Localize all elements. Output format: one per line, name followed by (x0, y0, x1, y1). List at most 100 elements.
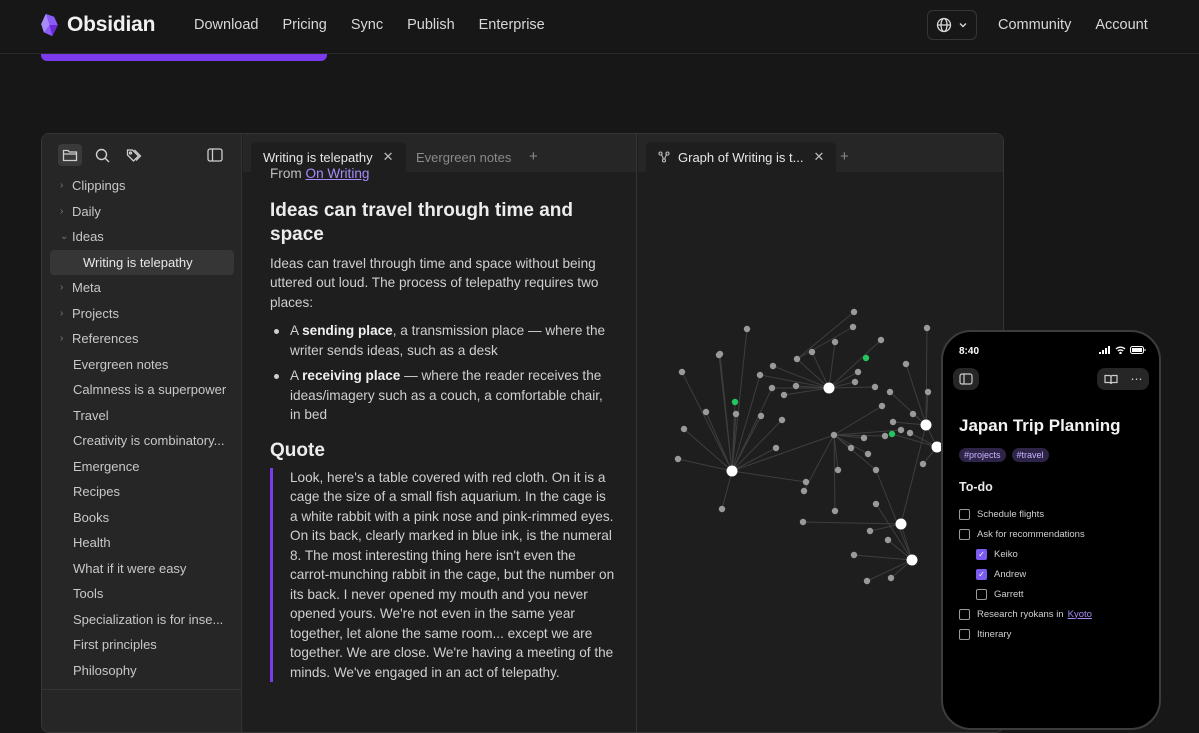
graph-note-node[interactable] (897, 426, 905, 434)
graph-tag-node[interactable] (862, 354, 870, 362)
folder-item[interactable]: › Meta (50, 275, 234, 301)
file-item[interactable]: First principles (50, 632, 234, 658)
nav-enterprise[interactable]: Enterprise (479, 17, 545, 33)
graph-note-node[interactable] (678, 368, 686, 376)
file-item[interactable]: What if it were easy (50, 556, 234, 582)
graph-note-node[interactable] (887, 574, 895, 582)
graph-note-node[interactable] (850, 551, 858, 559)
files-tab[interactable] (58, 144, 82, 166)
tag-projects[interactable]: #projects (959, 448, 1006, 462)
file-item[interactable]: Philosophy (50, 658, 234, 684)
file-item[interactable]: Recipes (50, 479, 234, 505)
graph-note-node[interactable] (792, 382, 800, 390)
graph-note-node[interactable] (757, 412, 765, 420)
graph-note-node[interactable] (732, 410, 740, 418)
folder-item[interactable]: › Clippings (50, 173, 234, 199)
nav-community[interactable]: Community (998, 17, 1071, 33)
graph-note-node[interactable] (864, 450, 872, 458)
kyoto-link[interactable]: Kyoto (1068, 609, 1092, 620)
file-item[interactable]: Evergreen notes (50, 352, 234, 378)
graph-note-node[interactable] (871, 383, 879, 391)
graph-note-node[interactable] (851, 378, 859, 386)
file-item[interactable]: Tools (50, 581, 234, 607)
file-item[interactable]: Books (50, 505, 234, 531)
file-item[interactable]: Health (50, 530, 234, 556)
graph-note-node[interactable] (716, 350, 724, 358)
file-item-selected[interactable]: Writing is telepathy (50, 249, 234, 275)
graph-note-node[interactable] (884, 536, 892, 544)
graph-note-node[interactable] (923, 324, 931, 332)
graph-note-node[interactable] (863, 577, 871, 585)
graph-note-node[interactable] (830, 431, 838, 439)
graph-note-node[interactable] (906, 554, 918, 566)
graph-note-node[interactable] (866, 527, 874, 535)
new-tab-plus-icon[interactable]: + (529, 148, 538, 165)
graph-note-node[interactable] (823, 382, 835, 394)
graph-note-node[interactable] (849, 323, 857, 331)
graph-note-node[interactable] (768, 384, 776, 392)
graph-note-node[interactable] (919, 460, 927, 468)
graph-note-node[interactable] (769, 362, 777, 370)
nav-sync[interactable]: Sync (351, 17, 383, 33)
toggle-sidebar-button[interactable] (204, 144, 226, 166)
graph-note-node[interactable] (674, 455, 682, 463)
folder-item[interactable]: › Projects (50, 301, 234, 327)
language-selector[interactable] (927, 10, 977, 40)
graph-note-node[interactable] (831, 338, 839, 346)
graph-note-node[interactable] (799, 518, 807, 526)
checkbox-checked[interactable]: ✓ (976, 548, 987, 560)
phone-sidebar-button[interactable] (953, 368, 979, 390)
close-icon[interactable]: ✕ (383, 149, 394, 165)
graph-note-node[interactable] (909, 410, 917, 418)
graph-note-node[interactable] (834, 466, 842, 474)
bookmarks-tab[interactable] (122, 144, 146, 166)
checkbox[interactable] (959, 528, 970, 540)
nav-publish[interactable]: Publish (407, 17, 455, 33)
graph-note-node[interactable] (702, 408, 710, 416)
graph-note-node[interactable] (854, 368, 862, 376)
graph-note-node[interactable] (831, 507, 839, 515)
graph-note-node[interactable] (793, 355, 801, 363)
graph-note-node[interactable] (860, 434, 868, 442)
graph-tag-node[interactable] (731, 398, 739, 406)
graph-note-node[interactable] (780, 391, 788, 399)
graph-note-node[interactable] (718, 505, 726, 513)
brand-logo[interactable]: Obsidian (40, 10, 155, 40)
graph-note-node[interactable] (878, 402, 886, 410)
nav-download[interactable]: Download (194, 17, 259, 33)
more-options-icon[interactable]: ⋯ (1131, 372, 1143, 386)
graph-note-node[interactable] (895, 518, 907, 530)
graph-note-node[interactable] (872, 466, 880, 474)
graph-note-node[interactable] (726, 465, 738, 477)
file-item[interactable]: Travel (50, 403, 234, 429)
checkbox[interactable] (959, 608, 970, 620)
graph-note-node[interactable] (772, 444, 780, 452)
tag-travel[interactable]: #travel (1011, 448, 1049, 462)
graph-note-node[interactable] (920, 419, 932, 431)
graph-note-node[interactable] (850, 308, 858, 316)
graph-note-node[interactable] (847, 444, 855, 452)
graph-note-node[interactable] (872, 500, 880, 508)
checkbox-checked[interactable]: ✓ (976, 568, 987, 580)
graph-note-node[interactable] (800, 487, 808, 495)
graph-note-node[interactable] (756, 371, 764, 379)
checkbox[interactable] (959, 628, 970, 640)
graph-note-node[interactable] (743, 325, 751, 333)
search-tab[interactable] (90, 144, 114, 166)
file-item[interactable]: Specialization is for inse... (50, 607, 234, 633)
file-item[interactable]: Creativity is combinatory... (50, 428, 234, 454)
graph-tag-node[interactable] (888, 430, 896, 438)
graph-note-node[interactable] (877, 336, 885, 344)
graph-note-node[interactable] (802, 478, 810, 486)
graph-note-node[interactable] (906, 429, 914, 437)
folder-item[interactable]: › References (50, 326, 234, 352)
nav-account[interactable]: Account (1095, 17, 1147, 33)
graph-note-node[interactable] (808, 348, 816, 356)
cta-button-edge[interactable] (41, 54, 327, 61)
on-writing-link[interactable]: On Writing (306, 166, 370, 181)
nav-pricing[interactable]: Pricing (283, 17, 327, 33)
graph-note-node[interactable] (902, 360, 910, 368)
checkbox[interactable] (959, 508, 970, 520)
reading-mode-icon[interactable] (1103, 374, 1118, 385)
folder-item[interactable]: › Daily (50, 199, 234, 225)
